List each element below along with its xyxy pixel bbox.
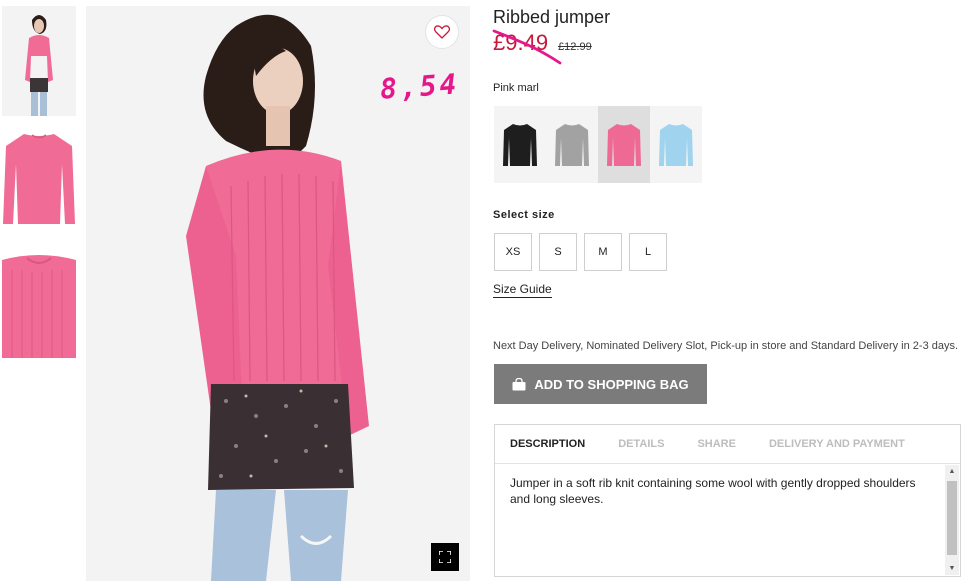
tab-delivery-and-payment[interactable]: DELIVERY AND PAYMENT — [769, 438, 905, 450]
thumbnail-model-image — [2, 6, 76, 116]
size-xs-button[interactable]: XS — [494, 233, 532, 271]
tab-share[interactable]: SHARE — [697, 438, 736, 450]
zoom-button[interactable] — [431, 543, 459, 571]
scroll-down-icon[interactable]: ▼ — [945, 562, 959, 574]
add-to-bag-button[interactable]: ADD TO SHOPPING BAG — [494, 364, 707, 404]
swatch-black[interactable] — [494, 106, 546, 183]
expand-icon — [439, 551, 451, 563]
product-info-panel: DESCRIPTION DETAILS SHARE DELIVERY AND P… — [494, 424, 961, 577]
tab-description[interactable]: DESCRIPTION — [510, 438, 585, 450]
swatch-grey-image — [555, 123, 589, 166]
thumbnail-detail-image — [2, 250, 76, 358]
swatch-light-blue-image — [659, 123, 693, 166]
color-name: Pink marl — [493, 82, 539, 94]
size-l-button[interactable]: L — [629, 233, 667, 271]
swatch-pink-image — [607, 123, 641, 166]
size-s-button[interactable]: S — [539, 233, 577, 271]
tab-details[interactable]: DETAILS — [618, 438, 664, 450]
thumbnail-detail[interactable] — [2, 250, 76, 358]
size-m-button[interactable]: M — [584, 233, 622, 271]
thumbnail-model[interactable] — [2, 6, 76, 116]
shopping-bag-icon — [512, 377, 526, 390]
select-size-label: Select size — [493, 209, 555, 221]
product-description: Jumper in a soft rib knit containing som… — [510, 476, 916, 506]
thumbnail-front-image — [3, 134, 75, 224]
heart-icon — [434, 25, 450, 39]
pink-strikethrough-mark — [492, 29, 562, 65]
swatch-black-image — [503, 123, 537, 166]
add-to-bag-label: ADD TO SHOPPING BAG — [534, 376, 689, 392]
scrollbar-thumb[interactable] — [947, 481, 957, 555]
scroll-up-icon[interactable]: ▲ — [945, 465, 959, 477]
size-guide-link[interactable]: Size Guide — [493, 282, 552, 298]
info-tabs: DESCRIPTION DETAILS SHARE DELIVERY AND P… — [495, 425, 960, 464]
swatch-pink[interactable] — [598, 106, 650, 183]
color-swatches — [494, 106, 702, 183]
thumbnail-front[interactable] — [2, 124, 76, 234]
favorite-button[interactable] — [425, 15, 459, 49]
swatch-grey[interactable] — [546, 106, 598, 183]
handwritten-price-annotation: 8,54 — [378, 67, 461, 106]
size-options: XS S M L — [494, 233, 667, 271]
delivery-info: Next Day Delivery, Nominated Delivery Sl… — [493, 340, 959, 352]
swatch-light-blue[interactable] — [650, 106, 702, 183]
